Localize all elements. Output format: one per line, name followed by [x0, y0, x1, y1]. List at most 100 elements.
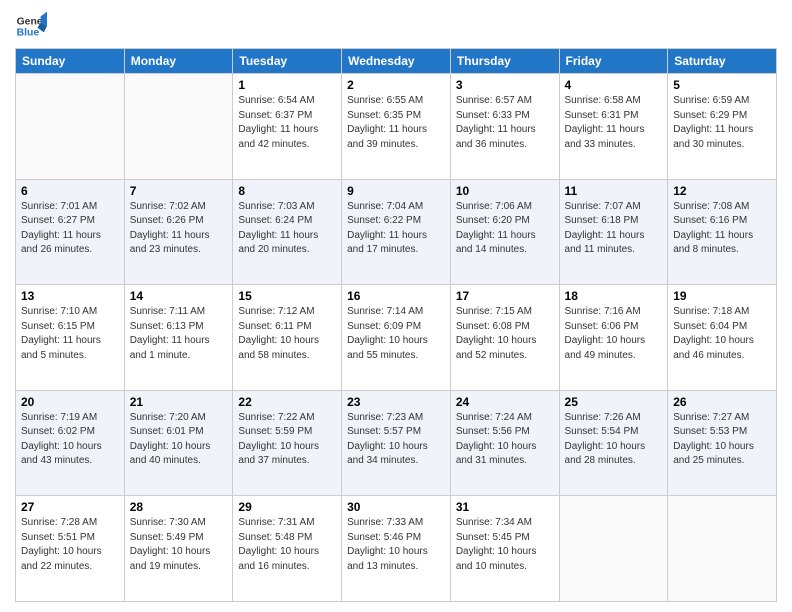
week-row-3: 13 Sunrise: 7:10 AMSunset: 6:15 PMDayligh…: [16, 285, 777, 391]
weekday-header-saturday: Saturday: [668, 49, 777, 74]
calendar-cell: [124, 74, 233, 180]
calendar-cell: 19Sunrise: 7:18 AMSunset: 6:04 PMDayligh…: [668, 285, 777, 391]
calendar-cell: 25 Sunrise: 7:26 AMSunset: 5:54 PMDayligh…: [559, 390, 668, 496]
calendar-cell: 30 Sunrise: 7:33 AMSunset: 5:46 PMDayligh…: [342, 496, 451, 602]
day-number: 17: [456, 289, 554, 303]
day-info: Sunrise: 7:19 AMSunset: 6:02 PMDaylight:…: [21, 411, 119, 469]
day-info: Sunrise: 7:16 AMSunset: 6:06 PMDaylight:…: [565, 305, 663, 363]
calendar-cell: [559, 496, 668, 602]
day-number: 21: [130, 395, 228, 409]
day-info: Sunrise: 7:15 AMSunset: 6:08 PMDaylight:…: [456, 305, 554, 363]
day-number: 9: [347, 184, 445, 198]
calendar-cell: 8 Sunrise: 7:03 AMSunset: 6:24 PMDaylight…: [233, 179, 342, 285]
calendar-cell: 10 Sunrise: 7:06 AMSunset: 6:20 PMDayligh…: [450, 179, 559, 285]
day-number: 18: [565, 289, 663, 303]
calendar-cell: 1Sunrise: 6:54 AMSunset: 6:37 PMDaylight…: [233, 74, 342, 180]
calendar-cell: 13 Sunrise: 7:10 AMSunset: 6:15 PMDayligh…: [16, 285, 125, 391]
week-row-4: 20 Sunrise: 7:19 AMSunset: 6:02 PMDayligh…: [16, 390, 777, 496]
calendar-cell: 11 Sunrise: 7:07 AMSunset: 6:18 PMDayligh…: [559, 179, 668, 285]
day-info: Sunrise: 7:31 AMSunset: 5:48 PMDaylight:…: [238, 516, 336, 574]
calendar-cell: [16, 74, 125, 180]
day-number: 11: [565, 184, 663, 198]
calendar-cell: 18 Sunrise: 7:16 AMSunset: 6:06 PMDayligh…: [559, 285, 668, 391]
day-info: Sunrise: 7:14 AMSunset: 6:09 PMDaylight:…: [347, 305, 445, 363]
calendar-cell: 31Sunrise: 7:34 AMSunset: 5:45 PMDayligh…: [450, 496, 559, 602]
header: General Blue: [15, 10, 777, 42]
day-number: 16: [347, 289, 445, 303]
calendar-cell: 17 Sunrise: 7:15 AMSunset: 6:08 PMDayligh…: [450, 285, 559, 391]
day-number: 13: [21, 289, 119, 303]
day-info: Sunrise: 7:30 AMSunset: 5:49 PMDaylight:…: [130, 516, 228, 574]
day-number: 3: [456, 78, 554, 92]
day-number: 30: [347, 500, 445, 514]
calendar-cell: 24 Sunrise: 7:24 AMSunset: 5:56 PMDayligh…: [450, 390, 559, 496]
day-number: 1: [238, 78, 336, 92]
day-info: Sunrise: 7:20 AMSunset: 6:01 PMDaylight:…: [130, 411, 228, 469]
calendar-cell: 7Sunrise: 7:02 AMSunset: 6:26 PMDaylight…: [124, 179, 233, 285]
day-number: 15: [238, 289, 336, 303]
weekday-header-wednesday: Wednesday: [342, 49, 451, 74]
day-number: 28: [130, 500, 228, 514]
day-number: 5: [673, 78, 771, 92]
logo: General Blue: [15, 10, 47, 42]
day-number: 24: [456, 395, 554, 409]
svg-text:Blue: Blue: [17, 28, 40, 39]
calendar-cell: 4Sunrise: 6:58 AMSunset: 6:31 PMDaylight…: [559, 74, 668, 180]
calendar-cell: 21 Sunrise: 7:20 AMSunset: 6:01 PMDayligh…: [124, 390, 233, 496]
day-info: Sunrise: 7:26 AMSunset: 5:54 PMDaylight:…: [565, 411, 663, 469]
calendar-cell: 26Sunrise: 7:27 AMSunset: 5:53 PMDayligh…: [668, 390, 777, 496]
day-info: Sunrise: 7:18 AMSunset: 6:04 PMDaylight:…: [673, 305, 771, 363]
calendar-cell: 16 Sunrise: 7:14 AMSunset: 6:09 PMDayligh…: [342, 285, 451, 391]
week-row-5: 27 Sunrise: 7:28 AMSunset: 5:51 PMDayligh…: [16, 496, 777, 602]
day-info: Sunrise: 7:24 AMSunset: 5:56 PMDaylight:…: [456, 411, 554, 469]
calendar-cell: 2 Sunrise: 6:55 AMSunset: 6:35 PMDaylight…: [342, 74, 451, 180]
calendar-cell: [668, 496, 777, 602]
day-number: 29: [238, 500, 336, 514]
calendar-cell: 9 Sunrise: 7:04 AMSunset: 6:22 PMDaylight…: [342, 179, 451, 285]
day-info: Sunrise: 7:07 AMSunset: 6:18 PMDaylight:…: [565, 200, 663, 258]
day-number: 26: [673, 395, 771, 409]
day-number: 14: [130, 289, 228, 303]
weekday-header-monday: Monday: [124, 49, 233, 74]
day-info: Sunrise: 7:23 AMSunset: 5:57 PMDaylight:…: [347, 411, 445, 469]
day-info: Sunrise: 7:22 AMSunset: 5:59 PMDaylight:…: [238, 411, 336, 469]
day-info: Sunrise: 7:03 AMSunset: 6:24 PMDaylight:…: [238, 200, 336, 258]
day-info: Sunrise: 7:10 AMSunset: 6:15 PMDaylight:…: [21, 305, 119, 363]
day-info: Sunrise: 7:04 AMSunset: 6:22 PMDaylight:…: [347, 200, 445, 258]
calendar-cell: 3 Sunrise: 6:57 AMSunset: 6:33 PMDaylight…: [450, 74, 559, 180]
day-info: Sunrise: 7:33 AMSunset: 5:46 PMDaylight:…: [347, 516, 445, 574]
day-number: 25: [565, 395, 663, 409]
calendar-cell: 15 Sunrise: 7:12 AMSunset: 6:11 PMDayligh…: [233, 285, 342, 391]
day-number: 23: [347, 395, 445, 409]
calendar-cell: 23 Sunrise: 7:23 AMSunset: 5:57 PMDayligh…: [342, 390, 451, 496]
week-row-2: 6Sunrise: 7:01 AMSunset: 6:27 PMDaylight…: [16, 179, 777, 285]
calendar-cell: 22Sunrise: 7:22 AMSunset: 5:59 PMDayligh…: [233, 390, 342, 496]
calendar-cell: 14Sunrise: 7:11 AMSunset: 6:13 PMDayligh…: [124, 285, 233, 391]
weekday-header-row: SundayMondayTuesdayWednesdayThursdayFrid…: [16, 49, 777, 74]
day-number: 10: [456, 184, 554, 198]
page: General Blue SundayMondayTuesdayWednesda…: [0, 0, 792, 612]
day-number: 12: [673, 184, 771, 198]
calendar-cell: 28 Sunrise: 7:30 AMSunset: 5:49 PMDayligh…: [124, 496, 233, 602]
day-number: 7: [130, 184, 228, 198]
calendar-cell: 27 Sunrise: 7:28 AMSunset: 5:51 PMDayligh…: [16, 496, 125, 602]
calendar-cell: 6Sunrise: 7:01 AMSunset: 6:27 PMDaylight…: [16, 179, 125, 285]
day-info: Sunrise: 7:06 AMSunset: 6:20 PMDaylight:…: [456, 200, 554, 258]
calendar-table: SundayMondayTuesdayWednesdayThursdayFrid…: [15, 48, 777, 602]
day-info: Sunrise: 6:57 AMSunset: 6:33 PMDaylight:…: [456, 94, 554, 152]
day-info: Sunrise: 7:28 AMSunset: 5:51 PMDaylight:…: [21, 516, 119, 574]
day-number: 31: [456, 500, 554, 514]
day-info: Sunrise: 7:01 AMSunset: 6:27 PMDaylight:…: [21, 200, 119, 258]
calendar-cell: 20 Sunrise: 7:19 AMSunset: 6:02 PMDayligh…: [16, 390, 125, 496]
day-number: 8: [238, 184, 336, 198]
day-number: 20: [21, 395, 119, 409]
day-info: Sunrise: 7:08 AMSunset: 6:16 PMDaylight:…: [673, 200, 771, 258]
day-number: 27: [21, 500, 119, 514]
day-info: Sunrise: 7:12 AMSunset: 6:11 PMDaylight:…: [238, 305, 336, 363]
weekday-header-tuesday: Tuesday: [233, 49, 342, 74]
day-number: 2: [347, 78, 445, 92]
weekday-header-friday: Friday: [559, 49, 668, 74]
day-info: Sunrise: 6:55 AMSunset: 6:35 PMDaylight:…: [347, 94, 445, 152]
calendar-cell: 12 Sunrise: 7:08 AMSunset: 6:16 PMDayligh…: [668, 179, 777, 285]
week-row-1: 1Sunrise: 6:54 AMSunset: 6:37 PMDaylight…: [16, 74, 777, 180]
